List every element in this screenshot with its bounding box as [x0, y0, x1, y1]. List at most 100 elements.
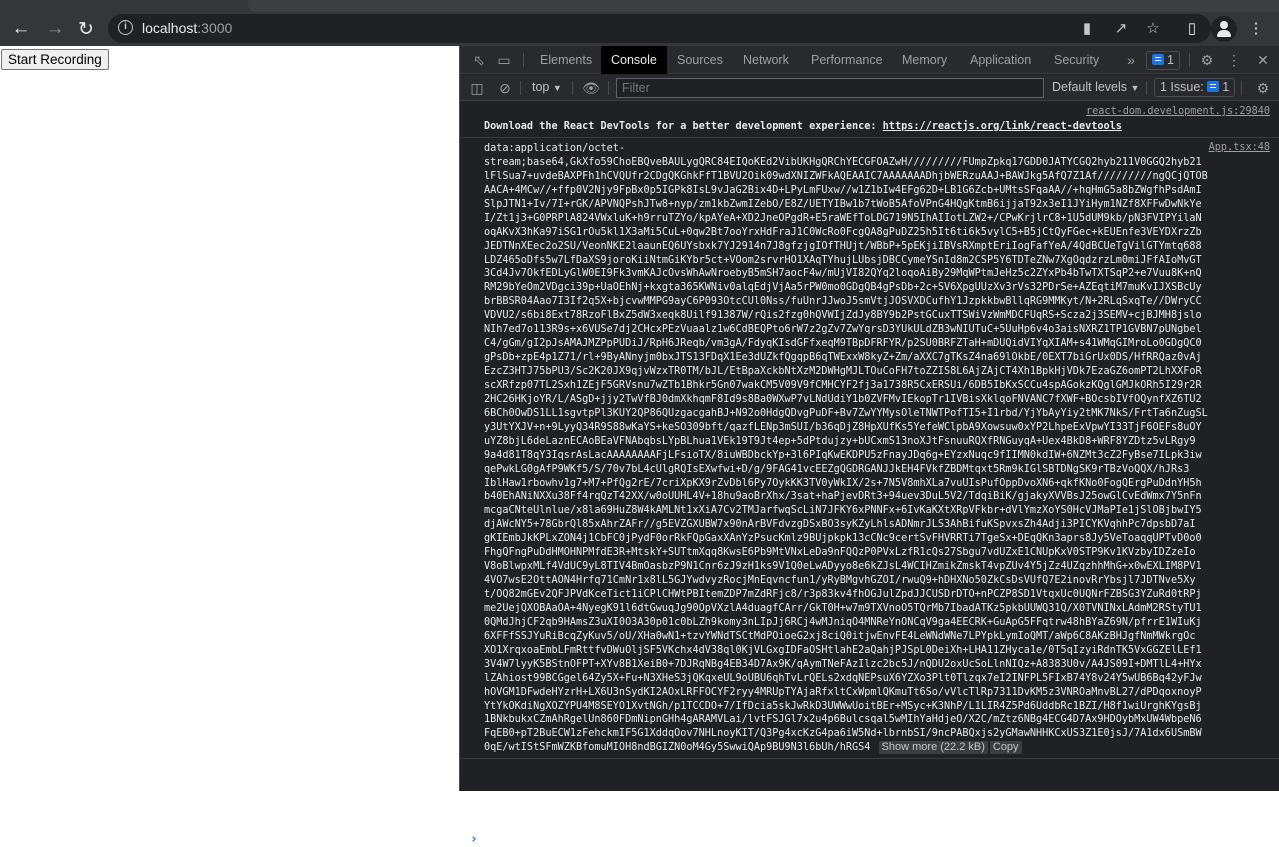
data-line: C4/gGm/gI2pJsAMAJMZPpPUDiJ/RpH6JReqb/vm3… — [484, 338, 1202, 350]
data-line: V8oBlwpxMLf4VdUC9yL8TIV4BmOasbzP9N1Cnr6z… — [484, 561, 1202, 573]
data-line: 3Cd4Jv7OkfEDLyGlW0EI9Fk3vmKAJcOvsWhAwNro… — [484, 268, 1202, 280]
data-line: djAWcNY5+78GbrQl85xAhrZAFr//g5EVZGXUBW7x… — [484, 519, 1196, 531]
source-link[interactable]: react-dom.development.js:29840 — [1086, 106, 1270, 117]
data-line: mcgaCNteUlnlue/x8la69HuZ8W4kAMLNt1xXiA7C… — [484, 505, 1202, 517]
devtools-panel: ⬁ ▭ Elements Console Sources Network Per… — [459, 46, 1279, 847]
close-icon[interactable]: ✕ — [1254, 51, 1272, 69]
browser-tab[interactable] — [248, 0, 1279, 12]
eye-icon[interactable]: 👁 — [582, 79, 600, 97]
context-select[interactable]: top ▼ — [532, 80, 562, 94]
data-line: IblHaw1rbowhv1g7+M7+PfQg2rE/7criXpKX9rZv… — [484, 477, 1202, 489]
data-line: scXRfzp07TL2Sxh1ZEjF5GRVsnu7wZTb1Bhkr5Gn… — [484, 379, 1202, 391]
address-bar[interactable]: i localhost:3000 ▮ ↗ ☆ — [108, 14, 1211, 43]
filter-input[interactable] — [616, 78, 1044, 98]
data-line: stream;base64,GkXfo59ChoEBQveBAULygQRC84… — [484, 156, 1202, 168]
data-line: 3V4W7lyyK5BStnOFPT+XYv8B1XeiB0+7DJRqNBg4… — [484, 658, 1202, 670]
kebab-menu-icon[interactable]: ⋮ — [1225, 51, 1243, 69]
log-levels-select[interactable]: Default levels ▼ — [1052, 80, 1139, 94]
issues-badge[interactable]: 1 — [1146, 51, 1180, 70]
page-viewport: Start Recording — [0, 46, 459, 791]
more-tabs-icon[interactable]: » — [1122, 51, 1140, 69]
data-line: 0qE/wtIStSFmWZKBfomuMIOH8ndBGIZN0oM4Gy5S… — [484, 741, 1270, 755]
url-text[interactable]: localhost:3000 — [142, 20, 232, 36]
data-line: b40EhANiNXXu38Ff4rqQzT42XX/w0oUUHL4V+18h… — [484, 491, 1202, 503]
profile-icon[interactable] — [1211, 16, 1237, 42]
message-icon — [1207, 81, 1220, 92]
divider — [572, 81, 573, 95]
data-line: y3UtYXJV+n+9LyyQ34R9S88wKaYS+keSO309bft/… — [484, 421, 1202, 433]
console-prompt[interactable]: › — [470, 832, 478, 847]
data-line: 2HC26HKjoYR/L/ASgD+jjy2TwVfBJ0dmXkhqmF8I… — [484, 393, 1202, 405]
data-line: FhgQFngPuDdHMOHNPMfdE3R+MtskY+SUTtmXqq8K… — [484, 547, 1196, 559]
start-recording-button[interactable]: Start Recording — [1, 49, 109, 70]
tab-sources[interactable]: Sources — [667, 46, 733, 74]
back-button[interactable]: ← — [8, 16, 34, 42]
inspect-element-icon[interactable]: ⬁ — [470, 51, 488, 69]
tab-elements[interactable]: Elements — [530, 46, 602, 74]
tab-memory[interactable]: Memory — [892, 46, 957, 74]
show-more-button[interactable]: Show more (22.2 kB) — [878, 741, 988, 755]
console-message: App.tsx:48 data:application/octet-stream… — [460, 138, 1279, 760]
data-line: NIh7ed7o113R9s+x6VUSe7dj2CHcxPEzVuaalz1w… — [484, 324, 1202, 336]
issues-badge-count: 1 — [1167, 53, 1174, 67]
data-line: 0QMdJhjCF2qb9HAmsZ3uXI0O3A30p01c0bLZh9ko… — [484, 616, 1202, 628]
clear-console-icon[interactable]: ⊘ — [496, 79, 514, 97]
data-line: brBBSR04Aao7I3If2q5X+bjcvwMMPG9ayC6P093O… — [484, 296, 1202, 308]
data-line: LDZ465oDfs5w7LfDaXS9joroKiiNtmGiKYbr5ct+… — [484, 254, 1202, 266]
source-link[interactable]: App.tsx:48 — [1209, 142, 1270, 153]
issues-label: 1 Issue: — [1160, 80, 1204, 94]
console-output: react-dom.development.js:29840 Download … — [460, 102, 1279, 847]
data-line: EzcZ3HTJ75bPU3/Sc2K20JX9qjvWzxTR0TM/bJL/… — [484, 366, 1202, 377]
data-line: 1BNkbukxCZmAhRgelUn860FDmNipnGHh4gARAMVL… — [484, 714, 1202, 726]
devtools-link[interactable]: https://reactjs.org/link/react-devtools — [883, 121, 1122, 132]
video-camera-icon[interactable]: ▮ — [1078, 20, 1096, 38]
copy-button[interactable]: Copy — [989, 741, 1022, 755]
share-icon[interactable]: ↗ — [1112, 20, 1130, 38]
reload-button[interactable]: ↻ — [73, 16, 99, 42]
data-line: qePwkLG0gAfP9WKf5/S/70v7bL4cUlgRQIsEXwfw… — [484, 463, 1190, 475]
data-line: I/Zt1j3+G0PRPlA824VWxluK+h9rruTZYo/kpAYe… — [484, 212, 1202, 224]
divider — [520, 81, 521, 95]
data-line: RM29bYeOm2VDgci39p+UaOEhNj+kxgta365KWNiv… — [484, 282, 1202, 294]
console-settings-gear-icon[interactable]: ⚙ — [1254, 79, 1272, 97]
kebab-menu-icon[interactable]: ⋮ — [1245, 18, 1267, 40]
divider — [1241, 81, 1242, 95]
data-url-text[interactable]: data:application/octet-stream;base64,GkX… — [484, 142, 1270, 755]
data-line: FqEB0+pT2BuECW1zFehckmIF5G1XddqOov7NHLno… — [484, 728, 1202, 740]
sidebar-toggle-icon[interactable]: ◫ — [468, 79, 486, 97]
data-line: data:application/octet- — [484, 143, 626, 154]
info-icon[interactable]: i — [118, 20, 133, 35]
data-line: gKIEmbJkKPLxZON4j1CbFC0jPydF0orRkFQpGaxX… — [484, 533, 1202, 545]
message-body: Download the React DevTools for a better… — [484, 121, 883, 132]
dropdown-arrow-icon: ▼ — [552, 83, 562, 93]
tab-application[interactable]: Application — [960, 46, 1041, 74]
arrow-left-icon: ← — [11, 18, 31, 39]
forward-button[interactable]: → — [42, 16, 68, 42]
device-toolbar-icon[interactable]: ▭ — [495, 51, 513, 69]
side-panel-icon[interactable]: ▯ — [1181, 18, 1203, 40]
data-line: XO1XrqxoaEmbLFmRttfvDWuOljSF5VKchx4dV38q… — [484, 644, 1202, 656]
message-text: Download the React DevTools for a better… — [484, 120, 1270, 134]
data-line: uYZ8bjL6deLaznECAoBEaVFNAbqbsLYpBLhua1VE… — [484, 435, 1196, 447]
tab-performance[interactable]: Performance — [801, 46, 893, 74]
data-line: SlpJTN1+Iv/7I+rGK/APVNQPshJTw8+nyp/zm1kb… — [484, 198, 1202, 210]
data-line: VDVU2/s6bi8Ext78RzoFlBxZ5dW3xeqk8Uilf913… — [484, 310, 1202, 322]
message-icon — [1152, 54, 1164, 65]
gear-icon[interactable]: ⚙ — [1198, 51, 1216, 69]
data-line: lZAhiost99BCGgel64Zy5X+Fu+N3XHeS3jQKqxeU… — [484, 672, 1202, 684]
tab-network[interactable]: Network — [733, 46, 799, 74]
data-line: 6XFFfSSJYuRiBcqZyKuv5/oU/XHa0wN1+tzvYWNd… — [484, 630, 1196, 642]
context-select-value: top — [532, 80, 550, 94]
devtools-tabbar: ⬁ ▭ Elements Console Sources Network Per… — [460, 46, 1279, 74]
tab-console[interactable]: Console — [601, 46, 667, 74]
star-icon[interactable]: ☆ — [1144, 20, 1162, 38]
browser-toolbar: ← → ↻ i localhost:3000 ▮ ↗ ☆ ▯ ⋮ — [0, 12, 1279, 46]
divider — [608, 81, 609, 95]
data-line: 9a4d81T8qY3IqsrAsLacAAAAAAAAFjLFsioTX/8i… — [484, 449, 1202, 461]
data-line: AACA+4MCw//+ffp0V2Njy9FpBx0p5IGPk8IsL9vJ… — [484, 184, 1202, 196]
divider — [1189, 53, 1190, 67]
tab-security[interactable]: Security — [1044, 46, 1109, 74]
issues-button[interactable]: 1 Issue: 1 — [1154, 78, 1236, 97]
data-line: gPsDb+zpE4p1Z71/rl+9ByANnyjm0bxJTS13FDqX… — [484, 352, 1202, 364]
data-line: JEDTNnXEec2o2SU/VeonNKE2laaunEQ6UYsbxk7Y… — [484, 240, 1202, 252]
